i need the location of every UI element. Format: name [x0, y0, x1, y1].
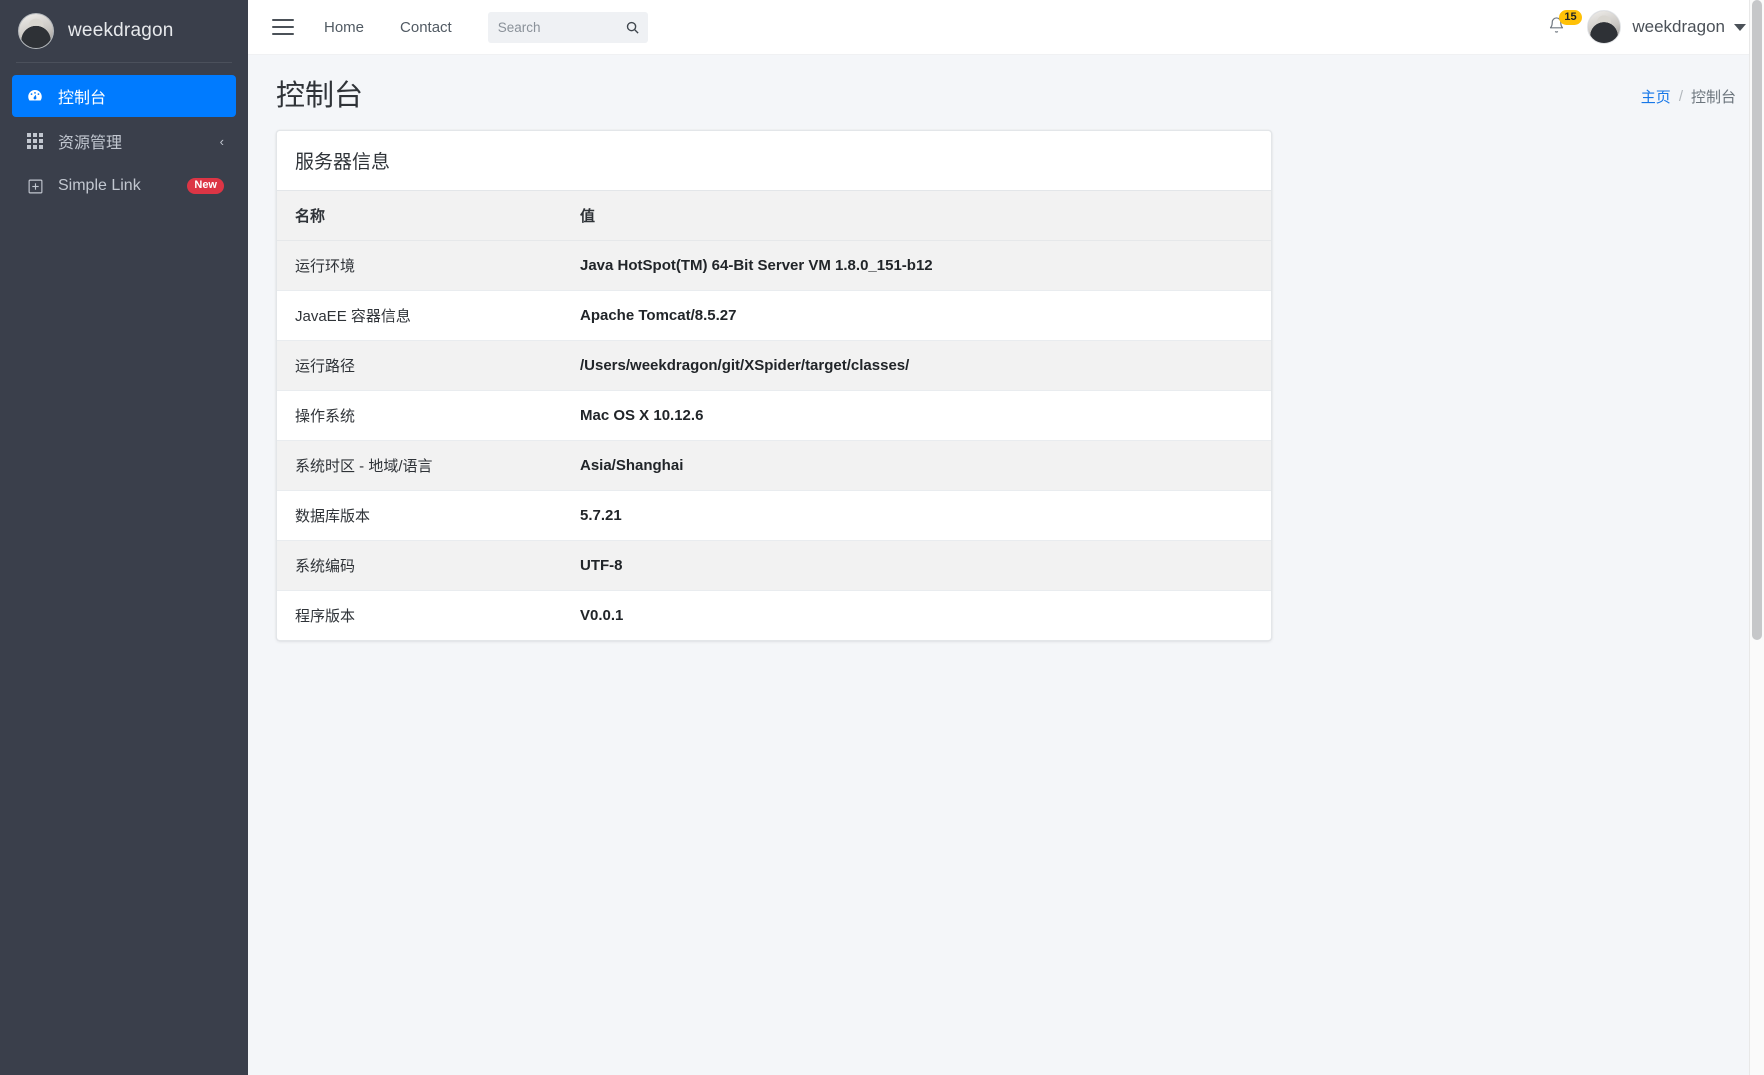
table-body: 运行环境 Java HotSpot(TM) 64-Bit Server VM 1… — [277, 240, 1271, 640]
sidebar-nav: 控制台 资源管理 ‹ Simple Link New — [0, 75, 248, 207]
scrollbar-thumb[interactable] — [1752, 0, 1762, 640]
plus-square-icon — [24, 178, 46, 195]
topbar-right: 15 weekdragon — [1548, 9, 1746, 44]
table-cell-name: 运行环境 — [277, 240, 562, 291]
table-column-header-name: 名称 — [277, 190, 562, 241]
topnav-link-home[interactable]: Home — [324, 19, 364, 36]
table-row: 数据库版本 5.7.21 — [277, 490, 1271, 541]
table-cell-value: UTF-8 — [562, 540, 1271, 591]
sidebar-item-label: 资源管理 — [58, 135, 123, 152]
sidebar-item-dashboard[interactable]: 控制台 — [12, 75, 236, 117]
table-row: 运行路径 /Users/weekdragon/git/XSpider/targe… — [277, 340, 1271, 391]
dashboard-speedometer-icon — [24, 87, 46, 105]
breadcrumb-current: 控制台 — [1690, 88, 1736, 106]
card-header: 服务器信息 — [277, 130, 1271, 191]
table-cell-value: Asia/Shanghai — [562, 440, 1271, 491]
table-cell-name: 数据库版本 — [277, 490, 562, 541]
hamburger-icon[interactable] — [272, 19, 294, 35]
sidebar-item-label: 控制台 — [58, 90, 107, 107]
table-head: 名称 值 — [277, 190, 1271, 241]
breadcrumb-home-link[interactable]: 主页 — [1641, 86, 1671, 107]
table-cell-value: V0.0.1 — [562, 590, 1271, 640]
vertical-scrollbar[interactable] — [1749, 0, 1764, 1075]
user-menu[interactable]: weekdragon — [1587, 10, 1746, 44]
chevron-down-icon — [1734, 23, 1746, 31]
table-cell-name: 程序版本 — [277, 590, 562, 640]
content-body: 服务器信息 名称 值 运行环境 Java HotSpot(TM) 64-Bit … — [248, 129, 1764, 641]
table-cell-name: 系统编码 — [277, 540, 562, 591]
topbar: Home Contact Search 15 weekdragon — [248, 0, 1764, 55]
search-box — [487, 11, 648, 43]
user-menu-label: weekdragon — [1632, 17, 1725, 36]
grid-apps-icon — [24, 133, 46, 149]
table-cell-value: Java HotSpot(TM) 64-Bit Server VM 1.8.0_… — [562, 240, 1271, 291]
table-cell-value: /Users/weekdragon/git/XSpider/target/cla… — [562, 340, 1271, 391]
content-header: 控制台 主页 / 控制台 — [248, 55, 1764, 130]
table-header-row: 名称 值 — [277, 190, 1271, 241]
sidebar-item-simple-link[interactable]: Simple Link New — [12, 165, 236, 207]
card-title: 服务器信息 — [295, 151, 391, 173]
search-icon[interactable] — [620, 12, 646, 43]
table-row: 系统编码 UTF-8 — [277, 540, 1271, 591]
table-cell-value: 5.7.21 — [562, 490, 1271, 541]
topnav-link-contact[interactable]: Contact — [400, 19, 452, 36]
table-column-header-value: 值 — [562, 190, 1271, 241]
table-cell-name: 操作系统 — [277, 390, 562, 441]
sidebar-item-resource-management[interactable]: 资源管理 ‹ — [12, 120, 236, 162]
sidebar-item-label: Simple Link — [58, 177, 141, 194]
chevron-left-icon: ‹ — [219, 133, 224, 149]
table-row: JavaEE 容器信息 Apache Tomcat/8.5.27 — [277, 290, 1271, 341]
table-row: 运行环境 Java HotSpot(TM) 64-Bit Server VM 1… — [277, 240, 1271, 291]
page-title: 控制台 — [276, 80, 364, 112]
sidebar-brand-name: weekdragon — [68, 20, 174, 41]
table-cell-value: Mac OS X 10.12.6 — [562, 390, 1271, 441]
sidebar: weekdragon 控制台 资源管理 ‹ Simple Link New — [0, 0, 248, 1075]
table-cell-value: Apache Tomcat/8.5.27 — [562, 290, 1271, 341]
sidebar-divider — [16, 62, 232, 63]
server-info-table: 名称 值 运行环境 Java HotSpot(TM) 64-Bit Server… — [277, 190, 1271, 640]
avatar — [1587, 10, 1622, 44]
avatar — [18, 13, 54, 49]
table-row: 程序版本 V0.0.1 — [277, 590, 1271, 640]
table-cell-name: 运行路径 — [277, 340, 562, 391]
breadcrumb-separator: / — [1678, 87, 1683, 105]
server-info-card: 服务器信息 名称 值 运行环境 Java HotSpot(TM) 64-Bit … — [276, 129, 1272, 641]
notifications-button[interactable]: 15 — [1548, 9, 1582, 39]
sidebar-brand[interactable]: weekdragon — [0, 0, 248, 62]
table-cell-name: 系统时区 - 地域/语言 — [277, 440, 562, 491]
table-row: 操作系统 Mac OS X 10.12.6 — [277, 390, 1271, 441]
breadcrumb: 主页 / 控制台 — [1641, 86, 1736, 107]
app-root: weekdragon 控制台 资源管理 ‹ Simple Link New Ho… — [0, 0, 1764, 1075]
notification-count-badge: 15 — [1559, 9, 1582, 25]
status-badge: New — [187, 178, 224, 194]
table-row: 系统时区 - 地域/语言 Asia/Shanghai — [277, 440, 1271, 491]
table-cell-name: JavaEE 容器信息 — [277, 290, 562, 341]
main-region: Home Contact Search 15 weekdragon 控制台 主页… — [248, 0, 1764, 1075]
